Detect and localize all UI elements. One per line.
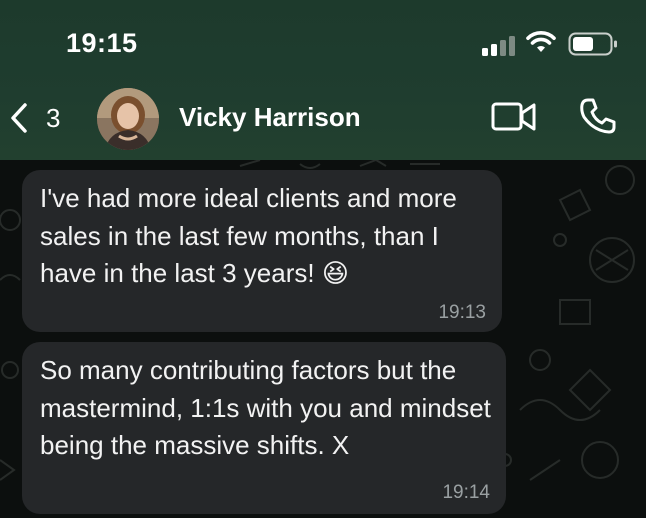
message-bubble[interactable]: So many contributing factors but the mas… <box>22 342 506 514</box>
wifi-icon <box>526 31 556 52</box>
chat-header: 19:15 3 Vicky Harrison <box>0 0 646 160</box>
cellular-signal-icon <box>482 34 516 56</box>
phone-icon[interactable] <box>578 96 618 136</box>
battery-icon <box>568 32 617 56</box>
back-button[interactable]: 3 <box>8 100 68 136</box>
chevron-left-icon <box>11 103 27 133</box>
message-timestamp: 19:14 <box>442 482 490 503</box>
video-camera-icon[interactable] <box>490 100 538 134</box>
avatar[interactable] <box>97 88 159 150</box>
message-bubble[interactable]: I've had more ideal clients and more sal… <box>22 170 502 332</box>
message-text: So many contributing factors but the mas… <box>40 355 491 460</box>
message-text: I've had more ideal clients and more sal… <box>40 183 457 288</box>
message-timestamp: 19:13 <box>438 302 486 323</box>
status-time: 19:15 <box>66 28 138 58</box>
contact-name[interactable]: Vicky Harrison <box>179 102 361 133</box>
unread-count: 3 <box>46 103 61 133</box>
